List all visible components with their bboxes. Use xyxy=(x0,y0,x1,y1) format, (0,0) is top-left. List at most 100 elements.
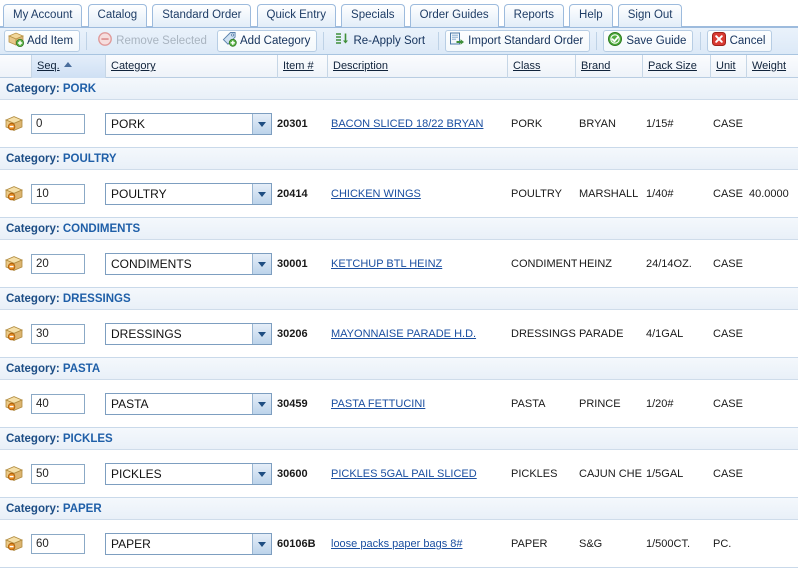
chevron-down-icon[interactable] xyxy=(252,394,271,414)
seq-input[interactable] xyxy=(31,394,85,414)
chevron-down-icon[interactable] xyxy=(252,184,271,204)
add-category-icon xyxy=(221,31,237,47)
cell-pack-size: 1/5GAL xyxy=(646,468,684,480)
cell-description: loose packs paper bags 8# xyxy=(331,520,507,568)
cell-item-no: 60106B xyxy=(277,538,316,550)
cell-brand: PRINCE xyxy=(579,398,621,410)
add-category-button[interactable]: Add Category xyxy=(217,30,318,52)
category-band-prefix: Category: xyxy=(6,363,63,375)
category-select[interactable]: POULTRY xyxy=(105,183,272,205)
cell-item-no: 20414 xyxy=(277,188,308,200)
cell-item-no: 30001 xyxy=(277,258,308,270)
cell-description: KETCHUP BTL HEINZ xyxy=(331,240,507,288)
seq-input[interactable] xyxy=(31,534,85,554)
add-item-button[interactable]: Add Item xyxy=(4,30,81,52)
category-band-name: PASTA xyxy=(62,363,101,375)
seq-input[interactable] xyxy=(31,324,85,344)
chevron-down-icon[interactable] xyxy=(252,534,271,554)
cell-unit: CASE xyxy=(713,188,743,200)
reapply-sort-icon xyxy=(334,31,350,47)
chevron-down-icon[interactable] xyxy=(252,114,271,134)
tab-quick-entry[interactable]: Quick Entry xyxy=(256,4,336,27)
column-header-weight[interactable]: Weight xyxy=(746,55,798,78)
column-header-category[interactable]: Category xyxy=(105,55,277,78)
cell-brand: HEINZ xyxy=(579,258,612,270)
package-icon[interactable] xyxy=(4,115,24,132)
cell-weight xyxy=(749,100,798,148)
save-guide-button[interactable]: Save Guide xyxy=(603,30,694,52)
category-select[interactable]: PORK xyxy=(105,113,272,135)
category-select[interactable]: PASTA xyxy=(105,393,272,415)
description-link[interactable]: MAYONNAISE PARADE H.D. xyxy=(331,328,476,340)
tab-my-account[interactable]: My Account xyxy=(3,4,83,27)
package-icon[interactable] xyxy=(4,325,24,342)
category-band-paper: Category: PAPER xyxy=(0,498,798,520)
cell-class: POULTRY xyxy=(511,188,562,200)
cancel-button[interactable]: Cancel xyxy=(706,30,773,52)
tab-sign-out[interactable]: Sign Out xyxy=(617,4,683,27)
tab-order-guides[interactable]: Order Guides xyxy=(409,4,499,27)
cell-unit: CASE xyxy=(713,258,743,270)
category-band-pickles: Category: PICKLES xyxy=(0,428,798,450)
description-link[interactable]: KETCHUP BTL HEINZ xyxy=(331,258,442,270)
category-band-prefix: Category: xyxy=(6,503,63,515)
seq-input[interactable] xyxy=(31,464,85,484)
import-standard-order-button[interactable]: Import Standard Order xyxy=(445,30,591,52)
column-header-class[interactable]: Class xyxy=(507,55,575,78)
chevron-down-icon[interactable] xyxy=(252,254,271,274)
tab-specials[interactable]: Specials xyxy=(341,4,405,27)
column-header-seq[interactable]: Seq. xyxy=(31,55,105,78)
column-header-unit[interactable]: Unit xyxy=(710,55,746,78)
seq-input[interactable] xyxy=(31,114,85,134)
tab-reports[interactable]: Reports xyxy=(503,4,564,27)
tab-help[interactable]: Help xyxy=(569,4,613,27)
category-select[interactable]: CONDIMENTS xyxy=(105,253,272,275)
grid-column-header: Seq. Category Item # Description Class B… xyxy=(0,55,798,78)
save-check-icon xyxy=(607,31,623,47)
description-link[interactable]: BACON SLICED 18/22 BRYAN xyxy=(331,118,483,130)
cell-pack-size: 1/40# xyxy=(646,188,674,200)
remove-selected-button[interactable]: Remove Selected xyxy=(93,30,214,52)
cell-pack-size: 24/14OZ. xyxy=(646,258,692,270)
cell-item-no: 30206 xyxy=(277,328,308,340)
cell-pack-size: 1/20# xyxy=(646,398,674,410)
cell-weight xyxy=(749,240,798,288)
category-select-value: PORK xyxy=(111,117,146,131)
category-select[interactable]: PAPER xyxy=(105,533,272,555)
reapply-sort-button[interactable]: Re-Apply Sort xyxy=(330,30,432,52)
remove-icon xyxy=(97,31,113,47)
category-band-prefix: Category: xyxy=(6,433,63,445)
category-band-prefix: Category: xyxy=(6,153,63,165)
package-icon[interactable] xyxy=(4,255,24,272)
package-icon[interactable] xyxy=(4,535,24,552)
table-row-0: PORK 20301 BACON SLICED 18/22 BRYAN PORK… xyxy=(0,100,798,148)
description-link[interactable]: CHICKEN WINGS xyxy=(331,188,421,200)
column-header-description[interactable]: Description xyxy=(327,55,507,78)
package-icon[interactable] xyxy=(4,395,24,412)
column-header-pack-size[interactable]: Pack Size xyxy=(642,55,710,78)
import-icon xyxy=(449,31,465,47)
tab-catalog[interactable]: Catalog xyxy=(87,4,148,27)
cell-class: DRESSINGS xyxy=(511,328,576,340)
category-band-poultry: Category: POULTRY xyxy=(0,148,798,170)
category-select-value: PASTA xyxy=(111,397,149,411)
category-band-pork: Category: PORK xyxy=(0,78,798,100)
seq-input[interactable] xyxy=(31,254,85,274)
chevron-down-icon[interactable] xyxy=(252,324,271,344)
tab-standard-order[interactable]: Standard Order xyxy=(152,4,252,27)
column-header-item-no[interactable]: Item # xyxy=(277,55,327,78)
category-select[interactable]: DRESSINGS xyxy=(105,323,272,345)
package-icon[interactable] xyxy=(4,185,24,202)
cell-item-no: 30459 xyxy=(277,398,308,410)
chevron-down-icon[interactable] xyxy=(252,464,271,484)
description-link[interactable]: loose packs paper bags 8# xyxy=(331,538,462,550)
cell-description: BACON SLICED 18/22 BRYAN xyxy=(331,100,507,148)
description-link[interactable]: PICKLES 5GAL PAIL SLICED xyxy=(331,468,477,480)
seq-input[interactable] xyxy=(31,184,85,204)
column-header-brand[interactable]: Brand xyxy=(575,55,642,78)
category-select[interactable]: PICKLES xyxy=(105,463,272,485)
description-link[interactable]: PASTA FETTUCINI xyxy=(331,398,425,410)
cell-weight xyxy=(749,310,798,358)
package-icon[interactable] xyxy=(4,465,24,482)
cell-weight xyxy=(749,450,798,498)
